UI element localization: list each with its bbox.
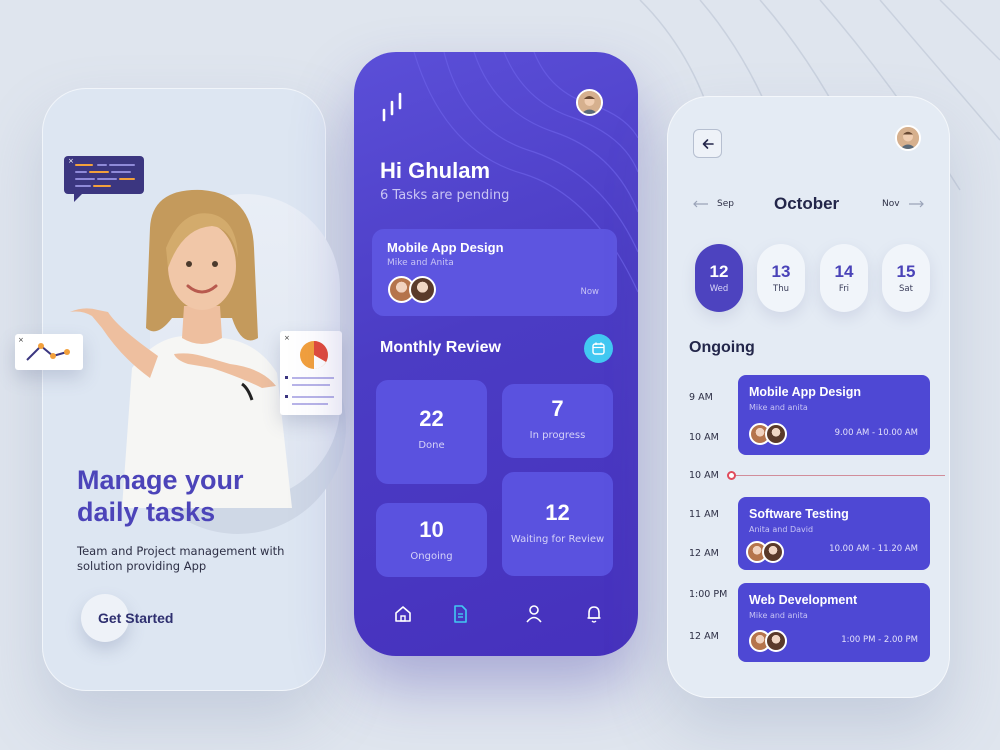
back-button[interactable] [693,129,722,158]
current-month: October [774,194,840,213]
svg-text:×: × [284,334,290,342]
time-label: 1:00 PM [689,589,728,600]
day-weekday: Wed [709,284,729,294]
event-card[interactable]: Mobile App Design Mike and anita 9.00 AM… [738,375,930,455]
day-14[interactable]: 14 Fri [820,244,868,312]
day-number: 12 [709,262,729,281]
event-members: Mike and anita [749,611,808,620]
calendar-button[interactable] [584,334,613,363]
stat-value: 7 [551,396,564,421]
stat-label: Waiting for Review [510,534,605,545]
bell-icon[interactable] [584,604,604,624]
event-card[interactable]: Web Development Mike and anita 1:00 PM -… [738,583,930,662]
stat-label: Done [418,440,445,451]
day-number: 15 [896,262,916,281]
user-avatar-icon [578,91,601,114]
event-members: Anita and David [749,525,814,534]
current-time-indicator [727,471,736,480]
day-12[interactable]: 12 Wed [695,244,743,312]
pie-chart-card: × [280,331,342,415]
stat-label: Ongoing [410,551,453,562]
line-chart-icon: × [18,336,70,361]
onboarding-title: Manage your daily tasks [77,464,307,528]
next-month-button[interactable]: Nov [882,199,924,209]
task-time: Now [580,287,599,297]
user-icon[interactable] [524,604,544,624]
task-title: Mobile App Design [387,240,504,255]
event-title: Web Development [749,593,858,607]
event-time: 1:00 PM - 2.00 PM [841,635,918,645]
task-avatars [388,276,436,303]
document-icon[interactable] [450,604,470,624]
ongoing-section-title: Ongoing [689,339,755,356]
arrow-left-icon [693,200,708,208]
stat-done-card[interactable]: 22 Done [376,380,487,484]
code-lines-icon: × [68,157,135,187]
onboarding-subtitle: Team and Project management with solutio… [77,544,285,573]
onboarding-title-line1: Manage your [77,465,244,495]
greeting-text: Hi Ghulam [380,158,491,183]
previous-month-button[interactable]: Sep [693,199,734,209]
day-15[interactable]: 15 Sat [882,244,930,312]
avatar [765,630,787,652]
event-title: Mobile App Design [749,385,862,399]
day-number: 14 [834,262,854,281]
onboarding-screen: × × × Manage your daily tasks Team and P… [15,88,346,691]
stat-value: 12 [545,500,570,525]
bottom-navigation [354,604,638,630]
next-month-label: Nov [882,199,900,209]
line-chart-card: × [15,334,83,370]
profile-avatar[interactable] [895,125,921,151]
stat-waiting-review-card[interactable]: 12 Waiting for Review [502,472,613,576]
stat-label: In progress [529,430,586,441]
pending-tasks-text: 6 Tasks are pending [380,188,510,203]
arrow-left-icon [702,138,714,149]
day-weekday: Fri [838,284,850,294]
avatar [409,276,436,303]
day-number: 13 [771,262,791,281]
app-logo-icon [382,92,402,122]
time-label: 11 AM [689,509,719,520]
time-label: 10 AM [689,432,719,443]
schedule-screen: Sep October Nov 12 Wed 13 Thu 14 Fri 15 … [667,96,950,698]
time-label: 12 AM [689,631,719,642]
stat-ongoing-card[interactable]: 10 Ongoing [376,503,487,577]
event-avatars [746,541,784,563]
event-avatars [749,630,787,652]
avatar [765,423,787,445]
event-card[interactable]: Software Testing Anita and David 10.00 A… [738,497,930,570]
onboarding-title-line2: daily tasks [77,497,216,527]
monthly-review-title: Monthly Review [380,339,501,356]
dashboard-screen: Hi Ghulam 6 Tasks are pending Mobile App… [354,52,638,656]
stat-in-progress-card[interactable]: 7 In progress [502,384,613,458]
current-task-card[interactable]: Mobile App Design Mike and Anita Now [372,229,617,316]
time-label: 10 AM [689,470,719,481]
arrow-right-icon [908,200,924,208]
task-members: Mike and Anita [387,258,454,268]
svg-text:×: × [18,336,24,344]
user-avatar-icon [897,127,919,149]
profile-avatar[interactable] [576,89,603,116]
stat-value: 10 [419,517,444,542]
avatar [762,541,784,563]
event-avatars [749,423,787,445]
event-time: 9.00 AM - 10.00 AM [834,428,918,438]
home-icon[interactable] [393,604,413,624]
time-label: 9 AM [689,392,713,403]
event-title: Software Testing [749,507,849,521]
day-weekday: Sat [899,284,913,294]
get-started-button[interactable]: Get Started [81,594,173,642]
time-label: 12 AM [689,548,719,559]
svg-text:×: × [68,157,74,165]
current-time-line [730,475,945,476]
calendar-icon [592,342,605,355]
pie-chart-icon: × [284,334,334,405]
day-weekday: Thu [773,284,789,294]
day-13[interactable]: 13 Thu [757,244,805,312]
previous-month-label: Sep [717,199,734,209]
code-bubble-card: × [64,156,144,202]
event-members: Mike and anita [749,403,808,412]
event-time: 10.00 AM - 11.20 AM [829,544,918,554]
stat-value: 22 [419,406,444,431]
